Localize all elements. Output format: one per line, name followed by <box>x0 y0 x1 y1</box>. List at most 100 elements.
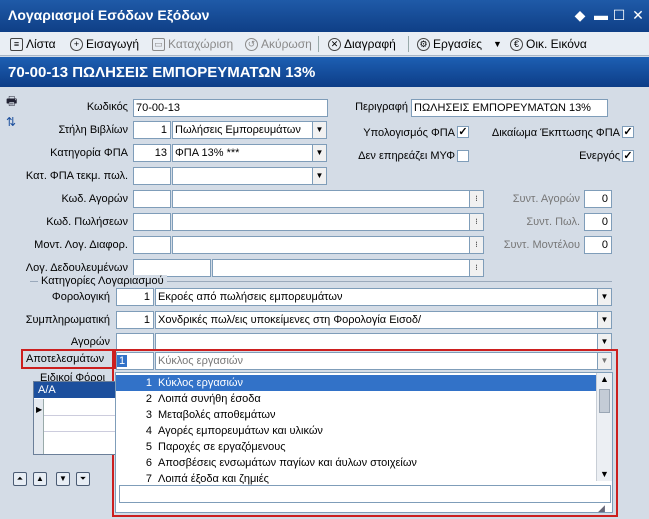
delete-button[interactable]: ✕ Διαγραφή <box>328 35 396 53</box>
vat-category-value: ΦΠΑ 13% *** <box>175 147 240 159</box>
supplementary-value: Χονδρικές πωλ/εις υποκείμενες στη Φορολο… <box>158 314 422 326</box>
window-titlebar: Λογαριασμοί Εσόδων Εξόδων ◆ ▬ ☐ ✕ <box>0 0 649 32</box>
refresh-icon[interactable]: ⇅ <box>6 116 20 128</box>
save-icon: ▭ <box>152 37 165 51</box>
dropdown-scrollbar[interactable]: ▲ ▼ <box>596 373 612 481</box>
coef-model-input[interactable]: 0 <box>584 236 612 254</box>
gear-icon: ⚙ <box>417 37 430 51</box>
vat-deduct-label: Δικαίωμα Έκπτωσης ΦΠΑ <box>491 127 620 139</box>
description-input[interactable]: ΠΩΛΗΣΕΙΣ ΕΜΠΟΡΕΥΜΑΤΩΝ 13% <box>411 99 608 117</box>
books-column-select[interactable]: Πωλήσεις Εμπορευμάτων ▼ <box>172 121 327 139</box>
maximize-button[interactable]: ☐ <box>610 6 628 24</box>
myf-checkbox[interactable] <box>457 150 469 162</box>
results-dropdown-list: 1 Κύκλος εργασιών 2 Λοιπά συνήθη έσοδα 3 Με… <box>115 372 613 513</box>
vat-category-select[interactable]: ΦΠΑ 13% *** ▼ <box>172 144 327 162</box>
chevron-down-icon[interactable]: ▼ <box>312 145 326 161</box>
minimize-button[interactable]: ▬ <box>592 6 610 24</box>
resize-grip-icon[interactable]: ◢ <box>598 503 605 514</box>
supplementary-code[interactable]: 1 <box>116 311 154 329</box>
results-code[interactable]: 1 <box>116 352 154 370</box>
grid-line <box>44 431 116 432</box>
tasks-button[interactable]: ⚙ Εργασίες ▼ <box>417 35 502 53</box>
next-record-icon[interactable]: ▼ <box>56 472 70 486</box>
active-checkbox[interactable] <box>622 150 634 162</box>
vat-cat-sale-code[interactable] <box>133 167 171 185</box>
insert-button[interactable]: + Εισαγωγή <box>70 35 139 53</box>
coef-purchase-label: Συντ. Αγορών <box>512 193 580 205</box>
chevron-down-icon[interactable]: ▼ <box>597 312 611 328</box>
dropdown-item[interactable]: 6 Αποσβέσεις ενσωμάτων παγίων και άυλων σ… <box>116 455 596 471</box>
pin-icon[interactable]: ◆ <box>571 6 589 24</box>
list-picker-icon[interactable]: ⁝ <box>469 214 483 230</box>
undo-icon: ↺ <box>245 37 258 51</box>
books-column-code[interactable]: 1 <box>133 121 171 139</box>
accrued-select[interactable]: ⁝ <box>212 259 484 277</box>
dropdown-item[interactable]: 3 Μεταβολές αποθεμάτων <box>116 407 596 423</box>
toolbar-separator <box>318 36 319 52</box>
coef-purchase-input[interactable]: 0 <box>584 190 612 208</box>
purchase-code-select[interactable]: ⁝ <box>172 190 484 208</box>
sales-code-label: Κωδ. Πωλήσεων <box>46 216 128 228</box>
chevron-down-icon[interactable]: ▼ <box>312 122 326 138</box>
printer-icon[interactable]: 🖶 <box>6 95 20 107</box>
toolbar: ≡ Λίστα + Εισαγωγή ▭ Καταχώριση ↺ Ακύρωση ✕ Δ… <box>0 32 649 56</box>
supplementary-select[interactable]: Χονδρικές πωλ/εις υποκείμενες στη Φορολο… <box>155 311 612 329</box>
sales-code-select[interactable]: ⁝ <box>172 213 484 231</box>
last-record-icon[interactable]: ⏷ <box>76 472 90 486</box>
dropdown-item[interactable]: 4 Αγορές εμπορευμάτων και υλικών <box>116 423 596 439</box>
vat-cat-sale-select[interactable]: ▼ <box>172 167 327 185</box>
dropdown-search-input[interactable] <box>119 485 611 503</box>
results-code-value: 1 <box>117 355 128 367</box>
financial-view-button[interactable]: € Οικ. Εικόνα <box>510 35 587 53</box>
close-button[interactable]: ✕ <box>629 6 647 24</box>
books-column-value: Πωλήσεις Εμπορευμάτων <box>175 124 301 136</box>
supplementary-label: Συμπληρωματική <box>25 314 110 326</box>
scroll-thumb[interactable] <box>599 389 610 413</box>
list-button[interactable]: ≡ Λίστα <box>10 35 56 53</box>
chevron-down-icon[interactable]: ▼ <box>597 289 611 305</box>
chevron-down-icon: ▼ <box>492 39 502 49</box>
coef-sales-label: Συντ. Πωλ. <box>526 216 580 228</box>
vat-calc-checkbox[interactable] <box>457 126 469 138</box>
list-picker-icon[interactable]: ⁝ <box>469 260 483 276</box>
purchases-category-label: Αγορών <box>70 336 110 348</box>
list-picker-icon[interactable]: ⁝ <box>469 191 483 207</box>
books-column-label: Στήλη Βιβλίων <box>58 124 128 136</box>
prev-record-icon[interactable]: ▲ <box>33 472 47 486</box>
scroll-up-icon[interactable]: ▲ <box>600 374 609 384</box>
coef-model-label: Συντ. Μοντέλου <box>503 239 580 251</box>
scroll-down-icon[interactable]: ▼ <box>600 469 609 479</box>
special-taxes-grid: Α/Α ▶ <box>33 381 117 455</box>
categories-title: Κατηγορίες Λογαριασμού <box>38 275 167 287</box>
list-icon: ≡ <box>10 37 23 51</box>
sales-code-input[interactable] <box>133 213 171 231</box>
tax-category-value: Εκροές από πωλήσεις εμπορευμάτων <box>158 291 343 303</box>
dropdown-item[interactable]: 1 Κύκλος εργασιών <box>116 375 596 391</box>
tax-category-code[interactable]: 1 <box>116 288 154 306</box>
diff-code-select[interactable]: ⁝ <box>172 236 484 254</box>
tax-category-select[interactable]: Εκροές από πωλήσεις εμπορευμάτων ▼ <box>155 288 612 306</box>
vat-deduct-checkbox[interactable] <box>622 126 634 138</box>
diff-code-input[interactable] <box>133 236 171 254</box>
cancel-button[interactable]: ↺ Ακύρωση <box>245 35 312 53</box>
dropdown-item[interactable]: 5 Παροχές σε εργαζόμενους <box>116 439 596 455</box>
chevron-down-icon[interactable]: ▼ <box>312 168 326 184</box>
dropdown-item[interactable]: 2 Λοιπά συνήθη έσοδα <box>116 391 596 407</box>
vat-category-code[interactable]: 13 <box>133 144 171 162</box>
list-picker-icon[interactable]: ⁝ <box>469 237 483 253</box>
code-input[interactable]: 70-00-13 <box>133 99 328 117</box>
purchase-code-input[interactable] <box>133 190 171 208</box>
chevron-down-icon[interactable]: ▼ <box>597 334 611 350</box>
chevron-down-icon[interactable]: ▼ <box>597 353 611 369</box>
first-record-icon[interactable]: ⏶ <box>13 472 27 486</box>
toolbar-separator <box>408 36 409 52</box>
special-taxes-header: Α/Α <box>34 382 116 398</box>
results-label: Αποτελεσμάτων <box>26 353 105 365</box>
delete-icon: ✕ <box>328 37 341 51</box>
results-value: Κύκλος εργασιών <box>158 355 244 367</box>
coef-sales-input[interactable]: 0 <box>584 213 612 231</box>
results-select[interactable]: Κύκλος εργασιών ▼ <box>155 352 612 370</box>
current-row-icon: ▶ <box>36 405 43 414</box>
code-label: Κωδικός <box>86 101 128 113</box>
save-button[interactable]: ▭ Καταχώριση <box>152 35 233 53</box>
